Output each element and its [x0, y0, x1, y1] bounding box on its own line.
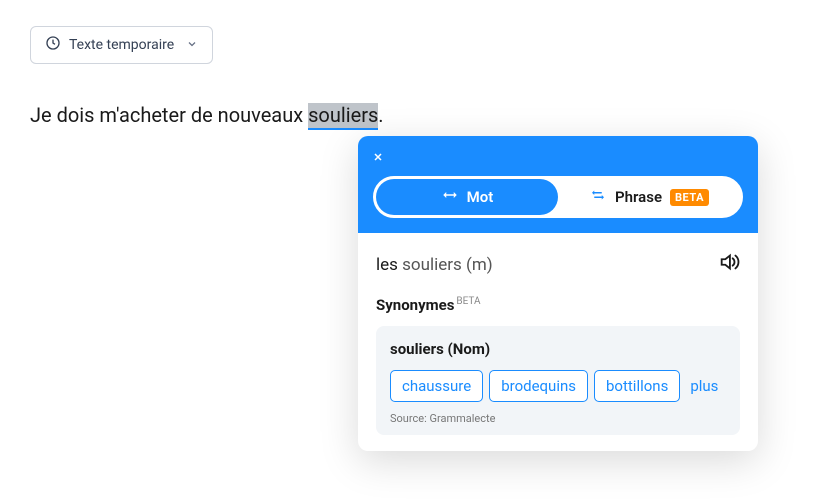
more-synonyms-link[interactable]: plus — [686, 371, 722, 401]
word-info: les souliers (m) — [376, 255, 493, 275]
word-main: souliers — [402, 255, 462, 275]
tab-phrase-label: Phrase — [615, 188, 662, 206]
popup-header: Mot Phrase BETA — [358, 136, 758, 233]
beta-badge: BETA — [670, 189, 709, 206]
word-row: les souliers (m) — [376, 251, 740, 278]
synonyms-title: SynonymesBETA — [376, 296, 740, 314]
synonym-head-word: souliers — [390, 340, 444, 358]
temporary-text-label: Texte temporaire — [69, 37, 174, 53]
word-tab-icon — [441, 188, 459, 206]
synonym-chip[interactable]: chaussure — [390, 370, 483, 402]
tab-word[interactable]: Mot — [376, 179, 558, 215]
synonym-chip[interactable]: brodequins — [489, 370, 588, 402]
speaker-icon[interactable] — [718, 251, 740, 278]
word-popup: Mot Phrase BETA les souliers (m) Synony — [358, 136, 758, 451]
popup-tabs: Mot Phrase BETA — [372, 175, 744, 219]
word-gender: (m) — [466, 255, 493, 275]
synonym-chips: chaussure brodequins bottillons plus — [390, 370, 726, 402]
editor-sentence[interactable]: Je dois m'acheter de nouveaux souliers. — [30, 103, 384, 127]
close-icon[interactable] — [372, 148, 384, 175]
tab-word-label: Mot — [467, 188, 494, 206]
synonym-chip[interactable]: bottillons — [594, 370, 680, 402]
synonym-head-type: (Nom) — [448, 340, 491, 358]
temporary-text-dropdown[interactable]: Texte temporaire — [30, 26, 213, 64]
synonyms-title-text: Synonymes — [376, 296, 454, 314]
sentence-pre: Je dois m'acheter de nouveaux — [30, 103, 308, 127]
synonym-head: souliers (Nom) — [390, 340, 726, 358]
chevron-down-icon — [186, 38, 198, 53]
phrase-tab-icon — [589, 188, 607, 206]
clock-icon — [45, 35, 61, 55]
tab-phrase[interactable]: Phrase BETA — [558, 179, 740, 215]
synonyms-beta-label: BETA — [456, 296, 480, 307]
synonyms-box: souliers (Nom) chaussure brodequins bott… — [376, 326, 740, 435]
synonym-source: Source: Grammalecte — [390, 412, 726, 425]
sentence-post: . — [378, 103, 383, 127]
popup-body: les souliers (m) SynonymesBETA souliers … — [358, 233, 758, 451]
highlighted-word[interactable]: souliers — [308, 103, 378, 130]
word-article: les — [376, 255, 398, 275]
